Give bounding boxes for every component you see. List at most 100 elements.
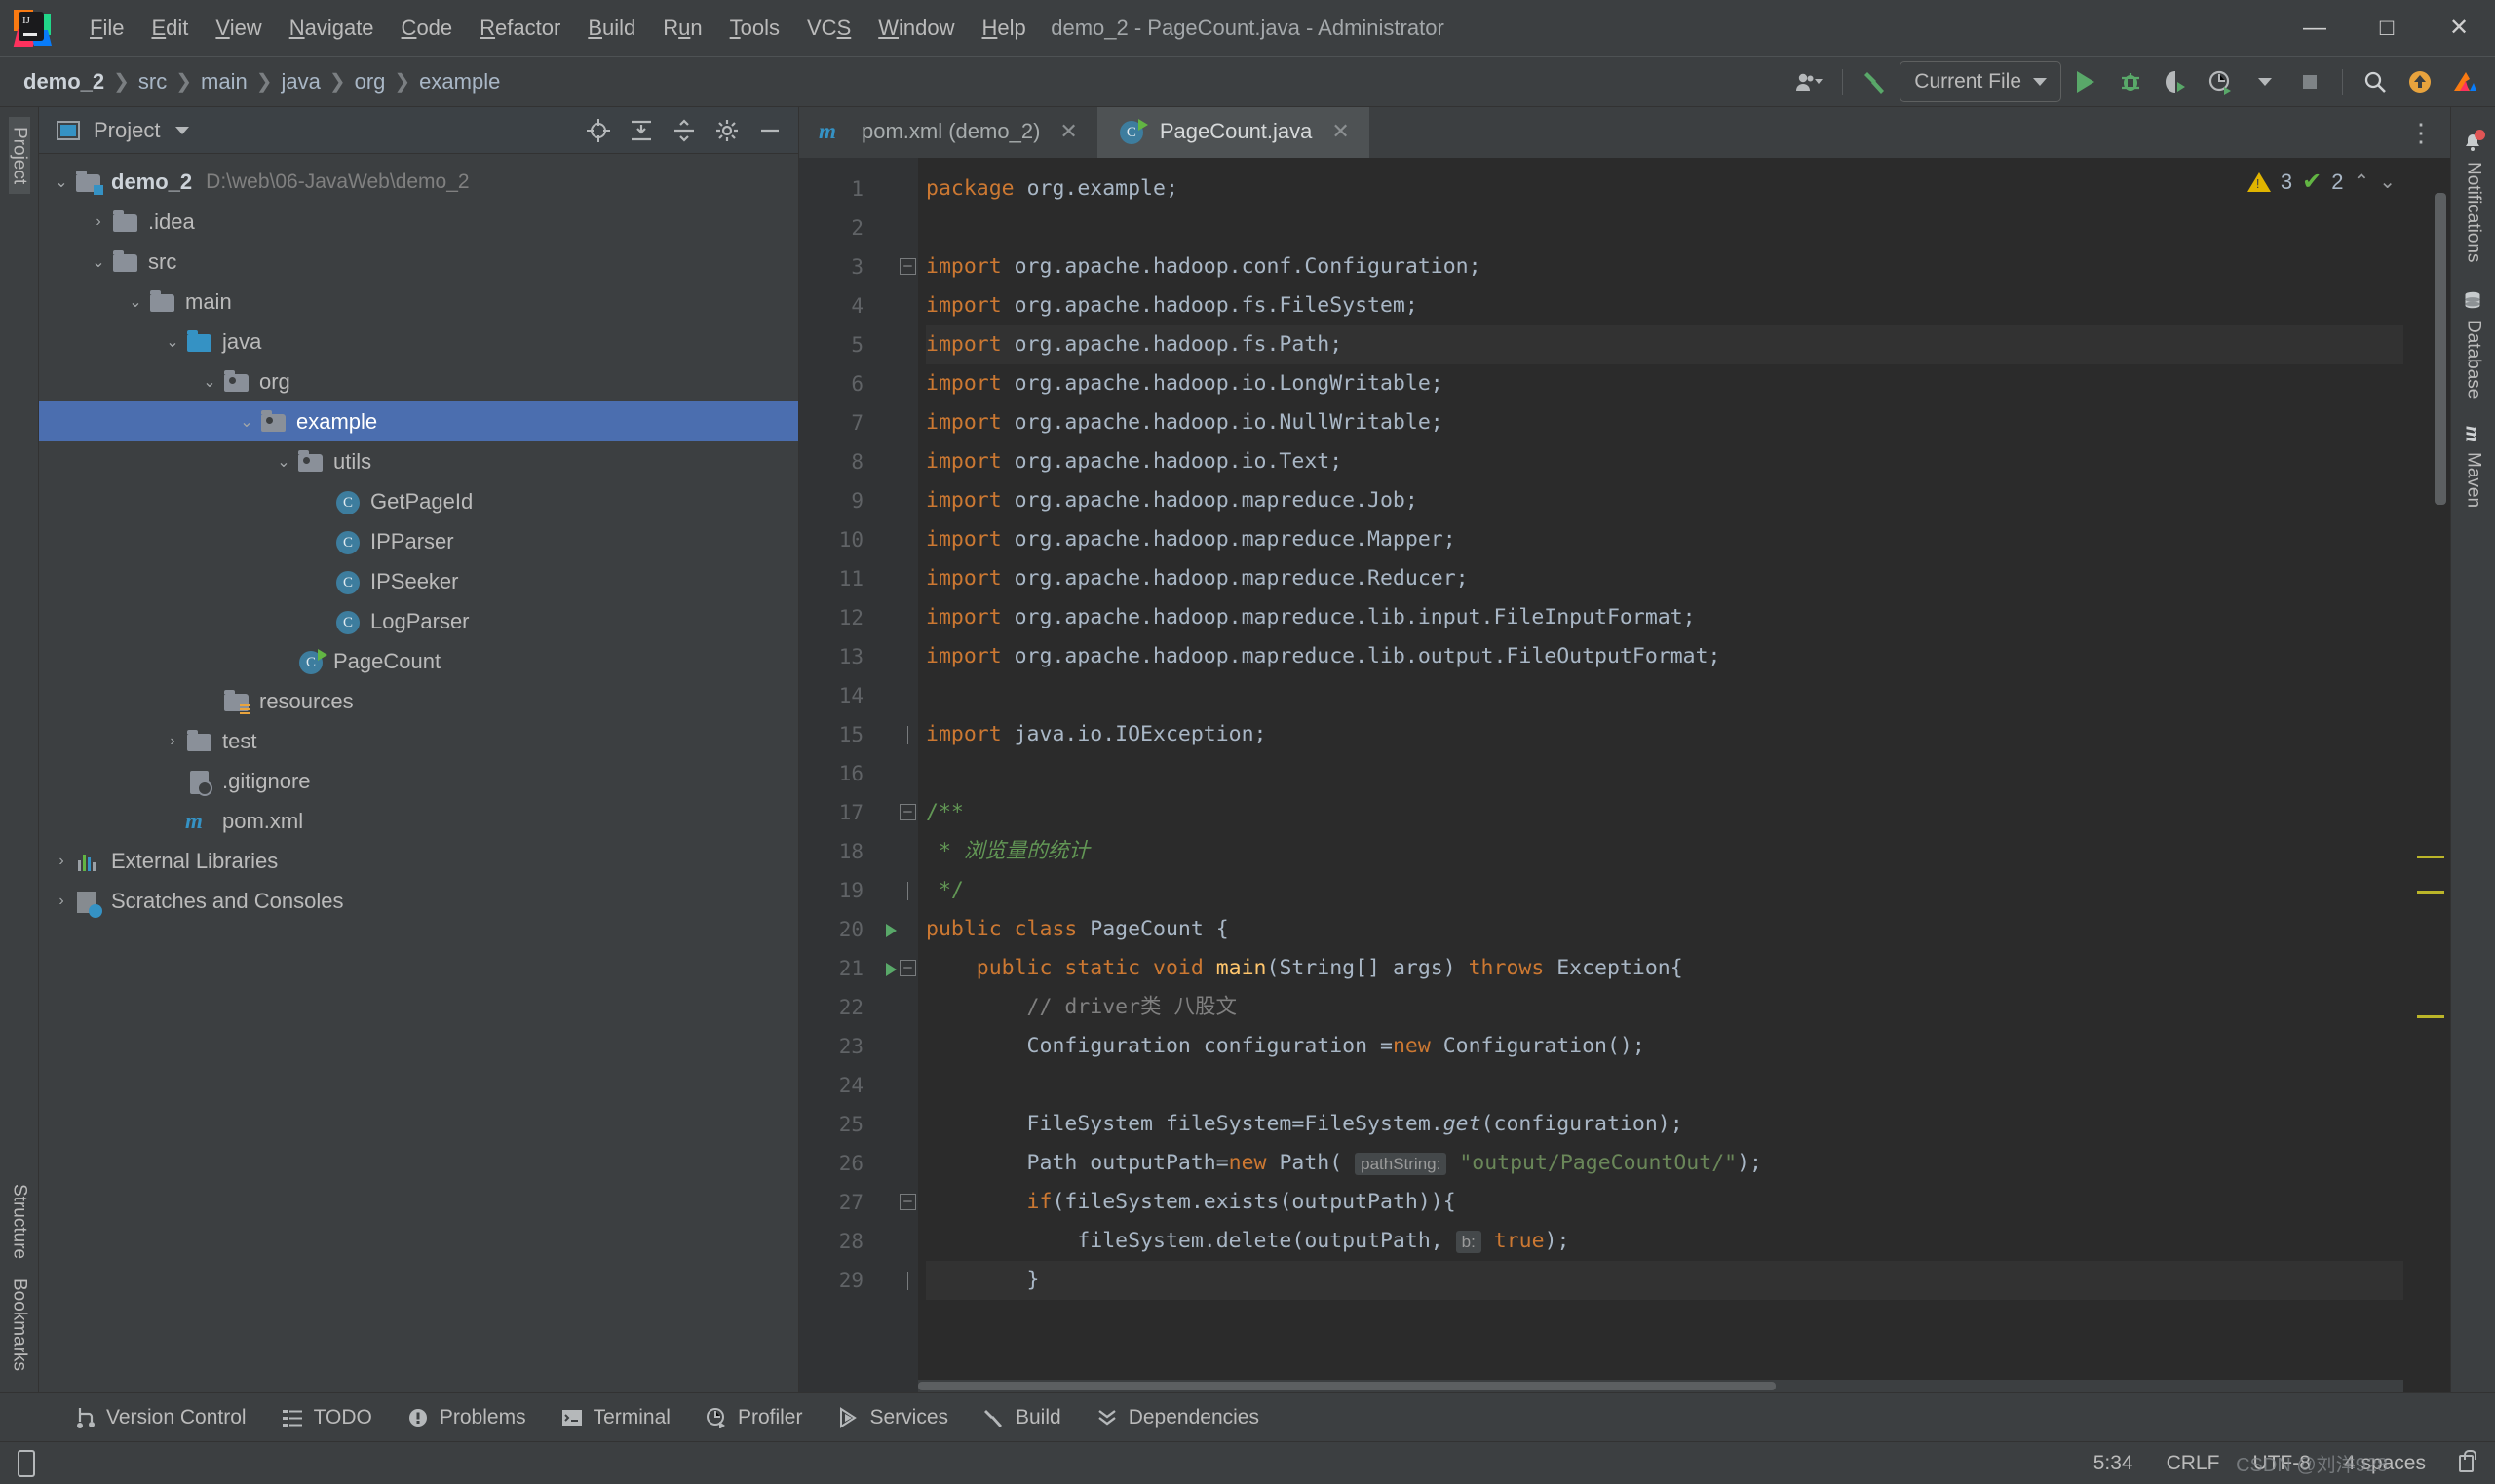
code-line[interactable]: import org.apache.hadoop.mapreduce.Job; (926, 481, 2403, 520)
chevron-right-icon[interactable]: › (86, 213, 111, 231)
code-line[interactable]: import org.apache.hadoop.mapreduce.lib.i… (926, 598, 2403, 637)
editor-vertical-scrollbar[interactable] (2435, 193, 2446, 505)
chevron-down-icon[interactable]: ⌄ (271, 452, 296, 472)
line-number[interactable]: 21– (799, 949, 918, 988)
line-number[interactable]: 8 (799, 442, 918, 481)
chevron-down-icon[interactable]: ⌄ (234, 412, 259, 432)
close-icon[interactable]: ✕ (1059, 119, 1077, 144)
stripe-button-notifications[interactable]: Notifications (2463, 119, 2485, 277)
line-number[interactable]: 18 (799, 832, 918, 871)
menu-code[interactable]: Code (388, 12, 467, 45)
line-number[interactable]: 26 (799, 1144, 918, 1183)
code-line[interactable]: import org.apache.hadoop.io.NullWritable… (926, 403, 2403, 442)
minimize-button[interactable]: — (2279, 0, 2351, 56)
tool-window-button-version-control[interactable]: Version Control (57, 1400, 264, 1435)
tree-node-src[interactable]: ⌄ src (39, 242, 798, 282)
warning-stripe-mark[interactable] (2417, 891, 2444, 894)
stripe-button-project[interactable]: Project (8, 117, 30, 195)
run-configuration-selector[interactable]: Current File (1900, 60, 2061, 102)
code-line[interactable]: } (926, 1261, 2403, 1300)
menu-run[interactable]: Run (649, 12, 715, 45)
line-number[interactable]: 7 (799, 403, 918, 442)
breadcrumb-item-java[interactable]: java (275, 67, 326, 96)
error-stripe-marker-gutter[interactable] (2403, 158, 2450, 1392)
collapse-all-icon[interactable] (670, 116, 699, 145)
code-content[interactable]: package org.example; import org.apache.ha… (918, 158, 2403, 1392)
line-number[interactable]: 27– (799, 1183, 918, 1222)
close-button[interactable]: ✕ (2423, 0, 2495, 56)
menu-edit[interactable]: Edit (137, 12, 202, 45)
breadcrumb-item-src[interactable]: src (133, 67, 173, 96)
tree-node-java[interactable]: ⌄ java (39, 322, 798, 361)
tool-window-button-problems[interactable]: Problems (390, 1400, 544, 1435)
menu-navigate[interactable]: Navigate (276, 12, 388, 45)
update-icon[interactable] (2399, 61, 2440, 102)
code-line[interactable]: if(fileSystem.exists(outputPath)){ (926, 1183, 2403, 1222)
tree-node--idea[interactable]: › .idea (39, 202, 798, 242)
code-line[interactable] (926, 676, 2403, 715)
editor-horizontal-scrollbar[interactable] (918, 1380, 2403, 1392)
settings-gear-icon[interactable] (712, 116, 742, 145)
line-number[interactable]: 28 (799, 1222, 918, 1261)
code-line[interactable]: import org.apache.hadoop.io.LongWritable… (926, 364, 2403, 403)
caret-position[interactable]: 5:34 (2093, 1452, 2133, 1475)
maximize-button[interactable]: □ (2351, 0, 2423, 56)
fold-region-end-icon[interactable] (900, 726, 916, 744)
line-number[interactable]: 3– (799, 247, 918, 286)
run-gutter-icon[interactable] (886, 963, 897, 976)
chevron-right-icon[interactable]: › (49, 853, 74, 870)
line-number[interactable]: 14 (799, 676, 918, 715)
profiler-icon[interactable] (2200, 61, 2241, 102)
stripe-button-database[interactable]: Database (2463, 277, 2484, 412)
code-line[interactable]: import org.apache.hadoop.mapreduce.Mappe… (926, 520, 2403, 559)
tree-node-test[interactable]: › test (39, 721, 798, 761)
fold-collapse-icon[interactable]: – (900, 804, 916, 820)
line-number[interactable]: 19 (799, 871, 918, 910)
fold-region-end-icon[interactable] (900, 882, 916, 900)
tree-node-example[interactable]: ⌄ example (39, 401, 798, 441)
stop-icon[interactable] (2289, 61, 2330, 102)
stripe-button-bookmarks[interactable]: Bookmarks (9, 1269, 30, 1381)
tree-node-scratches-and-consoles[interactable]: › Scratches and Consoles (39, 881, 798, 921)
code-line[interactable]: import java.io.IOException; (926, 715, 2403, 754)
breadcrumb-item-demo-2[interactable]: demo_2 (18, 67, 110, 96)
code-line[interactable]: import org.apache.hadoop.mapreduce.Reduc… (926, 559, 2403, 598)
inspection-widget[interactable]: 3 ✔ 2 ⌃ ⌄ (2246, 168, 2396, 196)
line-number[interactable]: 6 (799, 364, 918, 403)
code-line[interactable]: import org.apache.hadoop.fs.FileSystem; (926, 286, 2403, 325)
tree-node-pagecount[interactable]: C PageCount (39, 641, 798, 681)
tool-window-button-services[interactable]: Services (820, 1400, 966, 1435)
stripe-button-maven[interactable]: m Maven (2461, 412, 2486, 521)
code-line[interactable]: public class PageCount { (926, 910, 2403, 949)
chevron-down-icon[interactable]: ⌄ (160, 332, 185, 352)
code-line[interactable]: package org.example; (926, 170, 2403, 209)
code-line[interactable]: import org.apache.hadoop.conf.Configurat… (926, 247, 2403, 286)
line-number[interactable]: 22 (799, 988, 918, 1027)
menu-tools[interactable]: Tools (716, 12, 793, 45)
tree-node-utils[interactable]: ⌄ utils (39, 441, 798, 481)
line-number[interactable]: 4 (799, 286, 918, 325)
line-number[interactable]: 10 (799, 520, 918, 559)
tree-node-getpageid[interactable]: C GetPageId (39, 481, 798, 521)
line-number[interactable]: 11 (799, 559, 918, 598)
breadcrumb-item-example[interactable]: example (413, 67, 506, 96)
tree-node-org[interactable]: ⌄ org (39, 361, 798, 401)
line-number[interactable]: 15 (799, 715, 918, 754)
line-number-gutter[interactable]: 1 2 3–4 5 6 7 8 9 10 11 12 13 14 15 16 17–18 19 20 21–22 23… (799, 158, 918, 1392)
fold-collapse-icon[interactable]: – (900, 960, 916, 976)
code-line[interactable]: import org.apache.hadoop.io.Text; (926, 442, 2403, 481)
line-number[interactable]: 16 (799, 754, 918, 793)
project-tree[interactable]: ⌄ demo_2 D:\web\06-JavaWeb\demo_2 › .idea ⌄ sr… (39, 154, 798, 1392)
read-only-lock-icon[interactable] (2459, 1449, 2476, 1472)
code-line[interactable] (926, 1066, 2403, 1105)
locate-target-icon[interactable] (584, 116, 613, 145)
tree-node-pom-xml[interactable]: m pom.xml (39, 801, 798, 841)
expand-all-icon[interactable] (627, 116, 656, 145)
run-gutter-icon[interactable] (886, 924, 897, 937)
tree-node-ipparser[interactable]: C IPParser (39, 521, 798, 561)
chevron-down-icon[interactable] (2245, 61, 2285, 102)
line-number[interactable]: 23 (799, 1027, 918, 1066)
code-line[interactable]: * 浏览量的统计 (926, 832, 2403, 871)
ide-settings-icon[interactable] (2444, 61, 2485, 102)
chevron-down-icon[interactable]: ⌄ (49, 172, 74, 192)
